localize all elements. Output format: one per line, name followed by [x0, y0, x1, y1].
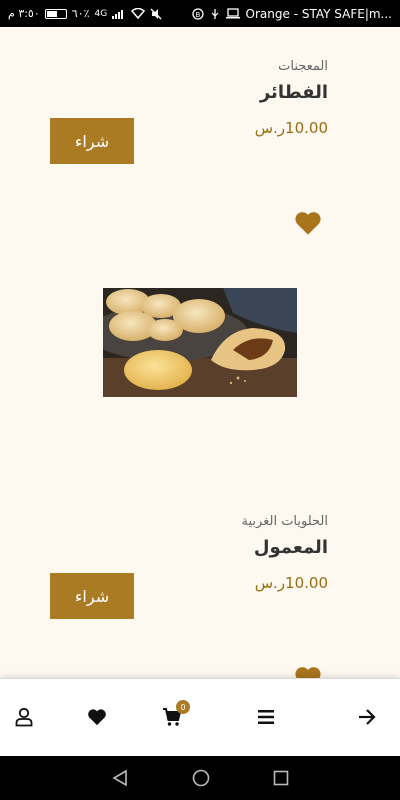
- product-category: الحلويات الغربية: [241, 514, 328, 529]
- buy-button[interactable]: شراء: [50, 118, 134, 164]
- favorite-heart-icon[interactable]: [294, 210, 322, 236]
- cart-count-badge: 0: [176, 700, 190, 714]
- product-price: 10.00ر.س: [254, 119, 328, 137]
- product-category: المعجنات: [278, 59, 328, 74]
- signal-icon: [112, 10, 124, 19]
- laptop-icon: [225, 8, 240, 19]
- usb-icon: [211, 8, 218, 19]
- mute-icon: [150, 8, 162, 19]
- app-notification-icon: B: [191, 7, 204, 20]
- network-type: 4G: [94, 8, 108, 19]
- product-card: المعجنات الفطائر 10.00ر.س شراء: [0, 27, 400, 447]
- buy-button[interactable]: شراء: [50, 573, 134, 619]
- back-triangle-icon[interactable]: [111, 769, 129, 787]
- svg-text:B: B: [195, 11, 200, 19]
- cart-button[interactable]: 0: [160, 700, 190, 729]
- system-navigation-bar: [0, 756, 400, 800]
- home-circle-icon[interactable]: [192, 769, 210, 787]
- product-price: 10.00ر.س: [254, 574, 328, 592]
- menu-icon: [258, 710, 274, 724]
- bottom-navigation: 0: [0, 678, 400, 756]
- back-button[interactable]: [355, 705, 379, 729]
- wishlist-button[interactable]: [85, 705, 109, 729]
- carrier-text: Orange - STAY SAFE|m...: [245, 6, 392, 21]
- status-right: B Orange - STAY SAFE|m...: [191, 6, 392, 21]
- menu-button[interactable]: [254, 705, 278, 729]
- status-time: ٣:٥٠ م: [8, 7, 40, 20]
- battery-level: ٦٠٪: [71, 7, 90, 20]
- recents-square-icon[interactable]: [273, 770, 289, 786]
- wifi-icon: [131, 8, 146, 19]
- battery-icon: [44, 8, 67, 19]
- product-list: المعجنات الفطائر 10.00ر.س شراء الحلويات …: [0, 27, 400, 678]
- favorite-heart-icon[interactable]: [294, 665, 322, 678]
- account-button[interactable]: [12, 705, 36, 729]
- arrow-right-icon: [359, 709, 376, 725]
- product-title[interactable]: المعمول: [254, 537, 328, 558]
- status-bar: ٣:٥٠ م ٦٠٪ 4G B Orange - STAY SAFE|m...: [0, 0, 400, 27]
- maamoul-photo: [103, 288, 297, 397]
- product-image[interactable]: [103, 288, 297, 397]
- product-card: الحلويات الغربية المعمول 10.00ر.س شراء: [0, 482, 400, 678]
- heart-icon: [88, 709, 106, 726]
- status-left: ٣:٥٠ م ٦٠٪ 4G: [8, 7, 162, 20]
- product-title[interactable]: الفطائر: [260, 82, 328, 103]
- user-icon: [15, 707, 33, 727]
